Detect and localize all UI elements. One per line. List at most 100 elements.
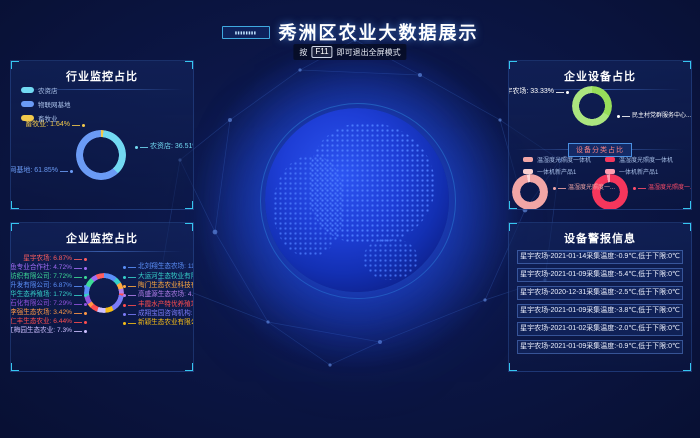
chart-callout: 农资店: 36.51% (135, 143, 194, 151)
leader-dot (84, 276, 87, 279)
corner-bracket (683, 222, 692, 231)
chart-callout: 七华生态养殖场: 1.72% (10, 291, 87, 299)
chart-callout: 仁丰生态农业: 6.44% (10, 318, 87, 326)
enterprise-monitor-donut-chart[interactable] (84, 273, 124, 313)
chart-callout: 温湿度光照度一... (633, 184, 692, 192)
chart-callout: 李强生态农场: 3.42% (10, 309, 87, 317)
callout-text: 仁丰生态农业: 6.44% (10, 318, 72, 326)
hint-prefix: 按 (299, 47, 307, 58)
legend-swatch (21, 87, 34, 93)
header: ▮▮▮▮▮▮▮▮ 秀洲区农业大数据展示 (0, 19, 700, 45)
legend-item[interactable]: 物联网基地 (21, 99, 71, 109)
device-class-donut-right[interactable] (592, 174, 628, 210)
corner-bracket (185, 60, 194, 69)
device-ratio-donut-chart[interactable] (572, 86, 612, 126)
legend-label: 一体机新产品1 (537, 167, 576, 176)
callout-text: 温湿度光照度一... (648, 184, 692, 192)
chart-callout: 彩蝶南鱼专业合作社: 4.72% (10, 264, 87, 272)
chart-callout: 畜牧业: 1.64% (25, 121, 85, 129)
fullscreen-hint: 按 F11 即可退出全屏模式 (293, 44, 406, 60)
leader-line (74, 286, 82, 287)
leader-line (128, 314, 136, 315)
chart-callout: 翔升发有限公司: 6.87% (10, 282, 87, 290)
corner-bracket (10, 60, 19, 69)
leader-dot (84, 285, 87, 288)
callout-text: 成翔宝园咨询机构: 15.02% (138, 310, 194, 318)
leader-line (74, 277, 82, 278)
corner-bracket (185, 201, 194, 210)
leader-dot (617, 115, 620, 118)
leader-dot (123, 313, 126, 316)
chart-callout: 家福纺织有限公司: 7.72% (10, 273, 87, 281)
callout-text: 中石化有限公司: 7.29% (10, 300, 72, 308)
leader-dot (123, 304, 126, 307)
corner-bracket (683, 363, 692, 372)
legend-label: 物联网基地 (38, 99, 71, 109)
leader-dot (123, 285, 126, 288)
callout-text: 农资店: 36.51% (150, 143, 194, 151)
callout-text: 物联网基地: 61.85% (10, 167, 58, 175)
leader-dot (84, 330, 87, 333)
panel-device-alarms: 设备警报信息 星宇农场-2021-01-14采集温度:-0.9℃,低于下限:0℃… (508, 222, 692, 372)
legend-swatch (605, 157, 615, 162)
panel-divider (21, 251, 183, 252)
device-class-header: 设备分类占比 (568, 143, 632, 157)
leader-line (74, 295, 82, 296)
leader-dot (123, 276, 126, 279)
globe-map-dots (363, 238, 418, 280)
leader-line (74, 322, 82, 323)
hint-suffix: 即可退出全屏模式 (337, 47, 401, 58)
corner-bracket (508, 363, 517, 372)
corner-bracket (508, 222, 517, 231)
legend-swatch (21, 101, 34, 107)
leader-dot (123, 322, 126, 325)
leader-line (128, 295, 136, 296)
panel-enterprise-monitor-ratio: 企业监控占比 星宇农场: 6.87% 彩蝶南鱼专业合作社: 4.72% 家福纺织… (10, 222, 194, 372)
leader-line (638, 188, 646, 189)
callout-text: 高盛源生态农场: 4.29% (138, 291, 194, 299)
panel-title: 设备警报信息 (509, 230, 691, 246)
callout-text: 陶门生态农业科技有限公... (138, 282, 194, 290)
corner-bracket (10, 201, 19, 210)
panel-title: 企业设备占比 (509, 68, 691, 84)
leader-line (558, 188, 566, 189)
leader-dot (566, 91, 569, 94)
callout-text: 家福纺织有限公司: 7.72% (10, 273, 72, 281)
leader-dot (123, 266, 126, 269)
leader-line (128, 323, 136, 324)
leader-line (74, 304, 82, 305)
chart-callout: 高盛源生态农场: 4.29% (123, 291, 194, 299)
logo-badge: ▮▮▮▮▮▮▮▮ (222, 26, 270, 39)
leader-line (140, 147, 148, 148)
industry-donut-chart[interactable] (76, 130, 126, 180)
chart-callout: 民主村党群服务中心... (617, 112, 691, 120)
chart-callout: 北刘翔生态农场: 11.16% (123, 263, 194, 271)
alarm-list-item: 星宇农场-2021-01-09采集温度:-3.8℃,低于下限:0℃ (517, 304, 683, 318)
callout-text: 丰霞水产特优养殖场: 1... (138, 301, 194, 309)
leader-dot (553, 187, 556, 190)
leader-dot (633, 187, 636, 190)
leader-line (74, 259, 82, 260)
page-title: 秀洲区农业大数据展示 (279, 19, 479, 45)
chart-callout: 陶门生态农业科技有限公... (123, 282, 194, 290)
legend-item[interactable]: 农资店 (21, 85, 71, 95)
chart-callout: 大运河生态牧业有限责任公... (123, 273, 194, 281)
leader-dot (84, 267, 87, 270)
leader-line (74, 331, 82, 332)
device-class-donut-left[interactable] (512, 174, 548, 210)
legend-label: 农资店 (38, 85, 58, 95)
callout-text: 星宇农场: 6.87% (23, 255, 72, 263)
legend-swatch (523, 157, 533, 162)
leader-line (74, 268, 82, 269)
leader-line (60, 171, 68, 172)
callout-text: 彩蝶南鱼专业合作社: 4.72% (10, 264, 72, 272)
leader-dot (84, 321, 87, 324)
chart-callout: 红梅园生态农业: 7.3% (10, 327, 87, 335)
chart-callout: 星宇农场: 6.87% (23, 255, 87, 263)
leader-dot (84, 312, 87, 315)
leader-line (128, 267, 136, 268)
chart-callout: 物联网基地: 61.85% (10, 167, 73, 175)
callout-text: 畜牧业: 1.64% (25, 121, 70, 129)
panel-industry-ratio: 行业监控占比 农资店 物联网基地 畜牧业 畜牧业: 1.64% (10, 60, 194, 210)
callout-text: 民主村党群服务中心... (632, 112, 691, 120)
